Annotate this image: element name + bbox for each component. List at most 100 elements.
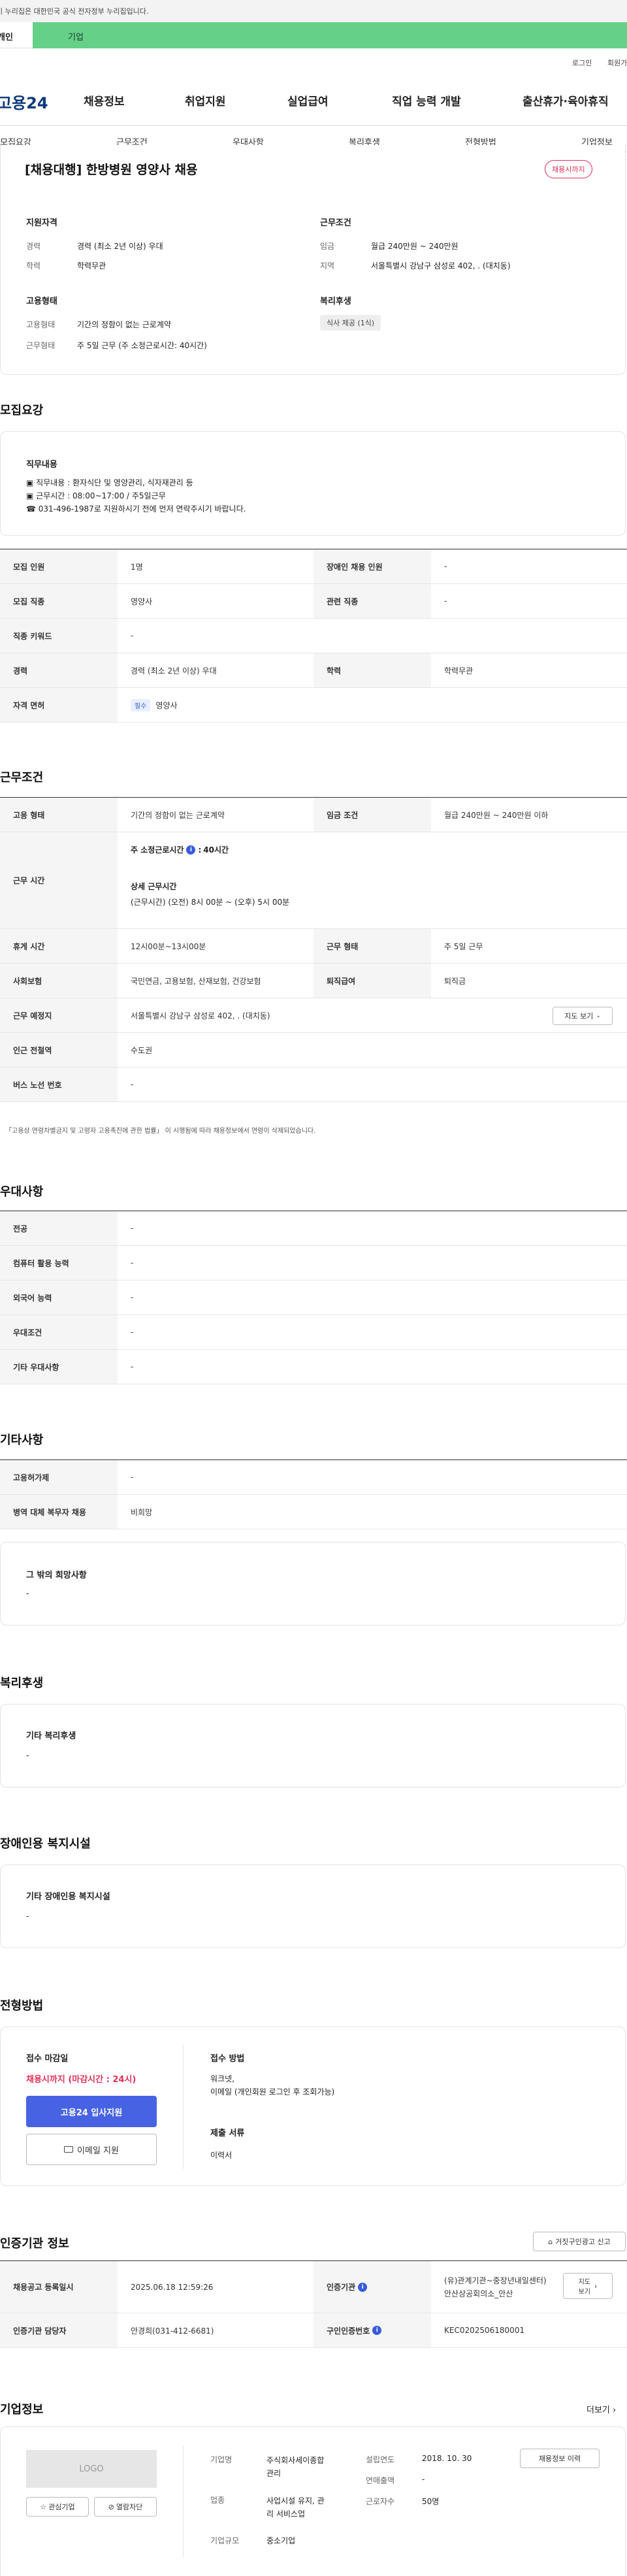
welfare-box-value: -	[26, 1751, 29, 1760]
row-label: 관련 직종	[314, 584, 431, 618]
info-icon[interactable]: i	[186, 845, 196, 855]
row-label: 장애인 채용 인원	[314, 549, 431, 583]
row-value: -	[131, 1224, 134, 1233]
welfare-tag: 식사 제공 (1식)	[320, 315, 381, 331]
nav-employment-support[interactable]: 취업지원	[185, 92, 226, 108]
row-value: -	[131, 631, 134, 640]
row-label: 근무 형태	[314, 929, 431, 963]
colon-sep: :	[198, 845, 202, 855]
nav-parental-leave[interactable]: 출산휴가·육아휴직	[522, 92, 609, 108]
row-value: -	[131, 1258, 134, 1267]
row-value: 기간의 정함이 없는 근로계약	[131, 810, 225, 820]
favorite-company-button[interactable]: ☆ 관심기업	[26, 2497, 89, 2517]
scale-value: 중소기업	[266, 2536, 296, 2545]
company-logo: LOGO	[26, 2450, 157, 2488]
founded-label: 설립연도	[366, 2455, 395, 2464]
row-label: 학력	[314, 653, 431, 687]
weekly-hours-label: 주 소정근로시간 i : 40시간	[131, 844, 229, 855]
table-row: 인근 전철역 수도권	[0, 1033, 627, 1068]
info-icon[interactable]: i	[372, 2326, 382, 2335]
method-divider	[183, 2045, 184, 2169]
workers-value: 50명	[422, 2497, 440, 2506]
row-value: 학력무관	[444, 666, 474, 676]
row-value: -	[444, 596, 447, 606]
row-label: 인증기관 i	[314, 2261, 431, 2313]
apply-button[interactable]: 고용24 입사지원	[26, 2096, 157, 2127]
workers-label: 근로자수	[366, 2497, 395, 2506]
table-row: 모집 인원 1명 장애인 채용 인원 -	[0, 549, 627, 584]
table-row: 직종 키워드 -	[0, 619, 627, 653]
table-row: 외국어 능력 -	[0, 1280, 627, 1315]
nav-vocational-training[interactable]: 직업 능력 개발	[392, 92, 461, 108]
table-row: 자격 면허 필수 영양사	[0, 688, 627, 723]
table-row: 병역 대체 복무자 채용 비희망	[0, 1495, 627, 1529]
row-label: 구인인증번호 i	[314, 2313, 431, 2347]
mail-icon	[64, 2146, 74, 2153]
org-label-text: 인증기관	[327, 2283, 356, 2292]
row-label: 경력	[0, 653, 118, 687]
row-label: 고용 형태	[0, 798, 118, 832]
row-value: -	[131, 1293, 134, 1302]
row-value: -	[131, 1473, 134, 1482]
signup-link[interactable]: 회원가입	[607, 57, 627, 68]
etc-hope-heading: 그 밖의 희망사항	[26, 1571, 87, 1580]
certno-label-text: 구인인증번호	[327, 2326, 370, 2336]
receipt-value: 워크넷, 이메일 (개인회원 로그인 후 조회가능)	[210, 2074, 335, 2096]
org-map-label: 지도 보기	[578, 2279, 590, 2296]
row-value: 안경희(031-412-6681)	[131, 2326, 214, 2336]
report-fake-ad-button[interactable]: ⌂ 거짓구인광고 신고	[533, 2232, 626, 2251]
row-label: 우대조건	[0, 1315, 118, 1349]
row-value: KEC0202506180001	[444, 2326, 525, 2335]
org-map-button[interactable]: 지도 보기 ›	[563, 2273, 613, 2299]
row-value: 퇴직금	[444, 976, 466, 986]
block-label: 열람차단	[116, 2503, 143, 2511]
row-value: (유)관계기관~중장년내일센터) 안산상공회의소_안산	[444, 2275, 547, 2298]
qual-heading: 지원자격	[26, 218, 57, 228]
email-apply-button[interactable]: 이메일 지원	[26, 2134, 157, 2165]
job-history-button[interactable]: 채용정보 이력	[520, 2449, 600, 2468]
row-label: 버스 노선 번호	[0, 1068, 118, 1101]
home-icon: ⌂	[548, 2237, 553, 2246]
login-link[interactable]: 로그인	[572, 57, 592, 68]
company-name-label: 기업명	[210, 2455, 233, 2464]
job-title: [채용대행] 한방병원 영양사 채용	[25, 163, 198, 177]
row-label: 채용공고 등록일시	[0, 2261, 118, 2313]
emp-heading: 고용형태	[26, 297, 57, 306]
docs-heading: 제출 서류	[210, 2128, 245, 2138]
founded-value: 2018. 10. 30	[422, 2454, 472, 2463]
license-value: 영양사	[155, 700, 178, 710]
usertype-tab-company[interactable]	[33, 22, 627, 48]
map-view-button[interactable]: 지도 보기 ⌄	[553, 1007, 613, 1025]
block-company-button[interactable]: ⊘ 열람차단	[94, 2497, 157, 2517]
table-row: 근무 예정지 서울특별시 강남구 삼성로 402, . (대치동) 지도 보기 …	[0, 998, 627, 1033]
work-section-title: 근무조건	[0, 771, 44, 785]
site-logo[interactable]: 고용24	[0, 90, 48, 113]
row-value: -	[131, 1080, 134, 1089]
recruit-section-title: 모집요강	[0, 404, 44, 417]
company-section-title: 기업정보	[0, 2403, 44, 2417]
pref-section-title: 우대사항	[0, 1185, 44, 1199]
etc-hope-box	[0, 1542, 626, 1625]
row-value: 국민연금, 고용보험, 산재보험, 건강보험	[131, 976, 261, 986]
row-value: 1명	[131, 562, 143, 572]
table-row: 컴퓨터 활용 능력 -	[0, 1246, 627, 1280]
table-row: 고용허가제 -	[0, 1460, 627, 1495]
region-label: 지역	[320, 261, 335, 270]
nav-jobs[interactable]: 채용정보	[84, 92, 125, 108]
disabled-box	[0, 1865, 626, 1948]
duty-line-3: ☎ 031-496-1987로 지원하시기 전에 먼저 연락주시기 바랍니다.	[26, 504, 246, 514]
hours-label: 근무형태	[26, 341, 56, 350]
etc-hope-value: -	[26, 1589, 29, 1598]
company-more-link[interactable]: 더보기 ›	[587, 2403, 616, 2415]
row-label: 모집 직종	[0, 584, 118, 618]
row-label: 컴퓨터 활용 능력	[0, 1246, 118, 1280]
nav-unemployment-benefit[interactable]: 실업급여	[287, 92, 329, 108]
cert-section-title: 인증기관 정보	[0, 2237, 69, 2251]
detail-hours-label: 상세 근무시간	[131, 882, 177, 891]
table-row: 인증기관 담당자 안경희(031-412-6681) 구인인증번호 i KEC0…	[0, 2313, 627, 2348]
status-badge: 채용시까지	[545, 160, 592, 178]
receipt-heading: 접수 방법	[210, 2054, 245, 2064]
table-row: 기타 우대사항 -	[0, 1350, 627, 1384]
row-value: 수도권	[131, 1045, 153, 1055]
info-icon[interactable]: i	[358, 2282, 368, 2292]
